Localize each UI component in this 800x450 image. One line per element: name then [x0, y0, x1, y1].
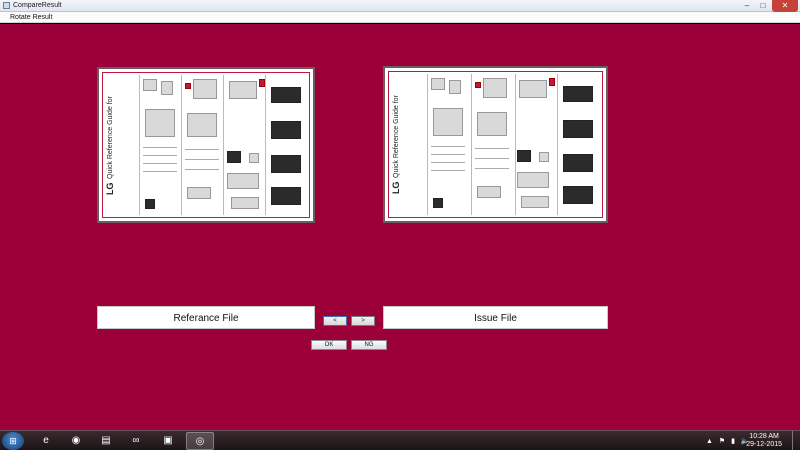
- system-tray: ▲ ⚑ ▮ 🔈 10:28 AM 29-12-2015: [700, 431, 800, 450]
- document-title: Quick Reference Guide for: [107, 96, 114, 179]
- ok-button[interactable]: OK: [311, 340, 347, 350]
- window-titlebar: CompareResult – □ ✕: [0, 0, 800, 12]
- close-button[interactable]: ✕: [772, 0, 798, 12]
- taskbar: ⊞ e ◉ ▤ ∞ ▣ ◎ ▲ ⚑ ▮ 🔈 10:28 AM 29-12-201…: [0, 430, 800, 450]
- app-link-icon[interactable]: ∞: [122, 432, 150, 450]
- reference-image[interactable]: Quick Reference Guide for LG: [97, 67, 315, 223]
- clock-time: 10:28 AM: [749, 433, 779, 440]
- lg-brand-text: LG: [391, 181, 401, 195]
- clock[interactable]: 10:28 AM 29-12-2015: [746, 433, 782, 449]
- issue-file-label: Issue File: [383, 306, 608, 329]
- clock-date: 29-12-2015: [746, 441, 782, 448]
- next-button[interactable]: >: [351, 316, 375, 326]
- menu-rotate-result[interactable]: Rotate Result: [8, 12, 54, 23]
- reference-file-label: Referance File: [97, 306, 315, 329]
- document-title: Quick Reference Guide for: [393, 95, 400, 178]
- issue-image[interactable]: Quick Reference Guide for LG: [383, 66, 608, 223]
- window-title: CompareResult: [13, 2, 62, 9]
- maximize-button[interactable]: □: [756, 0, 770, 12]
- windows-start-icon[interactable]: ⊞: [2, 432, 24, 450]
- chrome-icon[interactable]: ◉: [62, 432, 90, 450]
- lg-app-icon[interactable]: ◎: [186, 432, 214, 450]
- ng-button[interactable]: NG: [351, 340, 387, 350]
- minimize-button[interactable]: –: [740, 0, 754, 12]
- show-desktop-button[interactable]: [792, 431, 800, 450]
- file-explorer-icon[interactable]: ▤: [92, 432, 120, 450]
- lg-brand-text: LG: [105, 182, 115, 196]
- app-window-icon[interactable]: ▣: [154, 432, 182, 450]
- previous-button[interactable]: <: [323, 316, 347, 326]
- tray-icons[interactable]: ▲ ⚑ ▮ 🔈: [706, 437, 752, 445]
- app-icon: [3, 2, 10, 9]
- internet-explorer-icon[interactable]: e: [32, 432, 60, 450]
- menu-bar: Rotate Result: [0, 12, 800, 23]
